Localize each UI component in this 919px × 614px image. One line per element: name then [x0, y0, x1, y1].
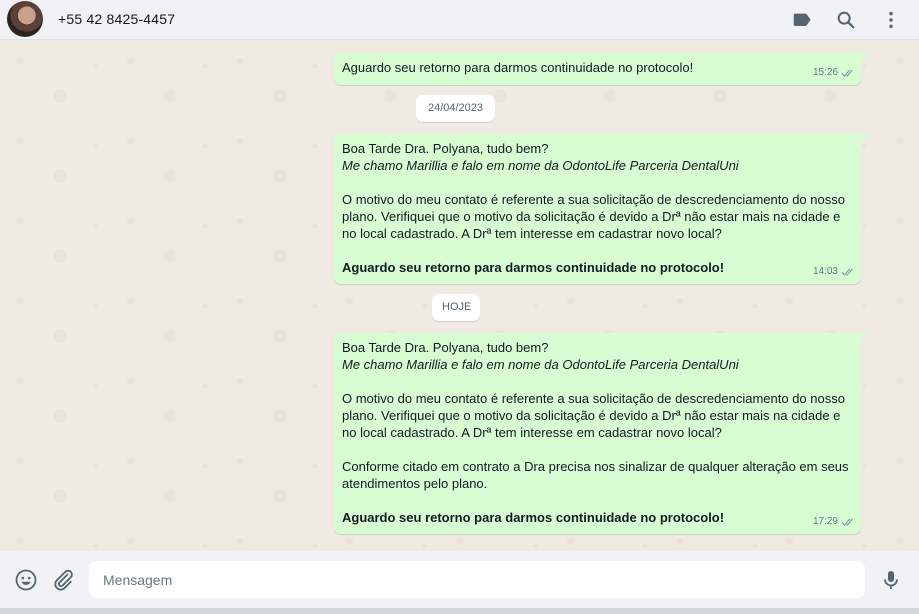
date-separator: HOJE [432, 294, 480, 321]
microphone-icon[interactable] [879, 568, 903, 592]
search-icon[interactable] [835, 9, 857, 31]
message-text: O motivo do meu contato é referente a su… [342, 391, 845, 440]
message-bubble[interactable]: Boa Tarde Dra. Polyana, tudo bem? Me cha… [334, 333, 869, 534]
message-text: Me chamo Marillia e falo em nome da Odon… [342, 357, 739, 372]
message-bubble[interactable]: Aguardo seu retorno para darmos continui… [334, 53, 869, 85]
message-text: Me chamo Marillia e falo em nome da Odon… [342, 158, 739, 173]
read-ticks-icon [841, 267, 855, 277]
chat-header: +55 42 8425-4457 [0, 0, 919, 40]
message-meta: 14:03 [813, 263, 855, 280]
message-text: Boa Tarde Dra. Polyana, tudo bem? [342, 141, 549, 156]
message-text: Aguardo seu retorno para darmos continui… [342, 60, 694, 75]
message-meta: 15:26 [813, 64, 855, 81]
message-text: Boa Tarde Dra. Polyana, tudo bem? [342, 340, 549, 355]
window-bottom-edge [0, 608, 919, 614]
message-text: Conforme citado em contrato a Dra precis… [342, 459, 849, 491]
label-icon[interactable] [791, 9, 813, 31]
read-ticks-icon [841, 68, 855, 78]
emoji-icon[interactable] [14, 568, 38, 592]
date-separator: 24/04/2023 [416, 95, 495, 122]
message-meta: 17:29 [813, 513, 855, 530]
message-list[interactable]: Aguardo seu retorno para darmos continui… [0, 41, 919, 551]
message-time: 17:29 [812, 516, 838, 527]
message-text: Aguardo seu retorno para darmos continui… [342, 510, 725, 525]
menu-icon[interactable] [880, 9, 902, 31]
message-time: 14:03 [812, 266, 838, 277]
contact-name[interactable]: +55 42 8425-4457 [58, 11, 175, 27]
message-bubble[interactable]: Boa Tarde Dra. Polyana, tudo bem? Me cha… [334, 134, 869, 284]
message-text: Aguardo seu retorno para darmos continui… [342, 260, 725, 275]
message-input[interactable] [89, 561, 865, 598]
contact-avatar[interactable] [7, 1, 43, 37]
message-time: 15:26 [812, 67, 838, 78]
message-composer [0, 551, 919, 608]
message-text: O motivo do meu contato é referente a su… [342, 192, 845, 241]
attach-icon[interactable] [51, 568, 75, 592]
read-ticks-icon [841, 517, 855, 527]
